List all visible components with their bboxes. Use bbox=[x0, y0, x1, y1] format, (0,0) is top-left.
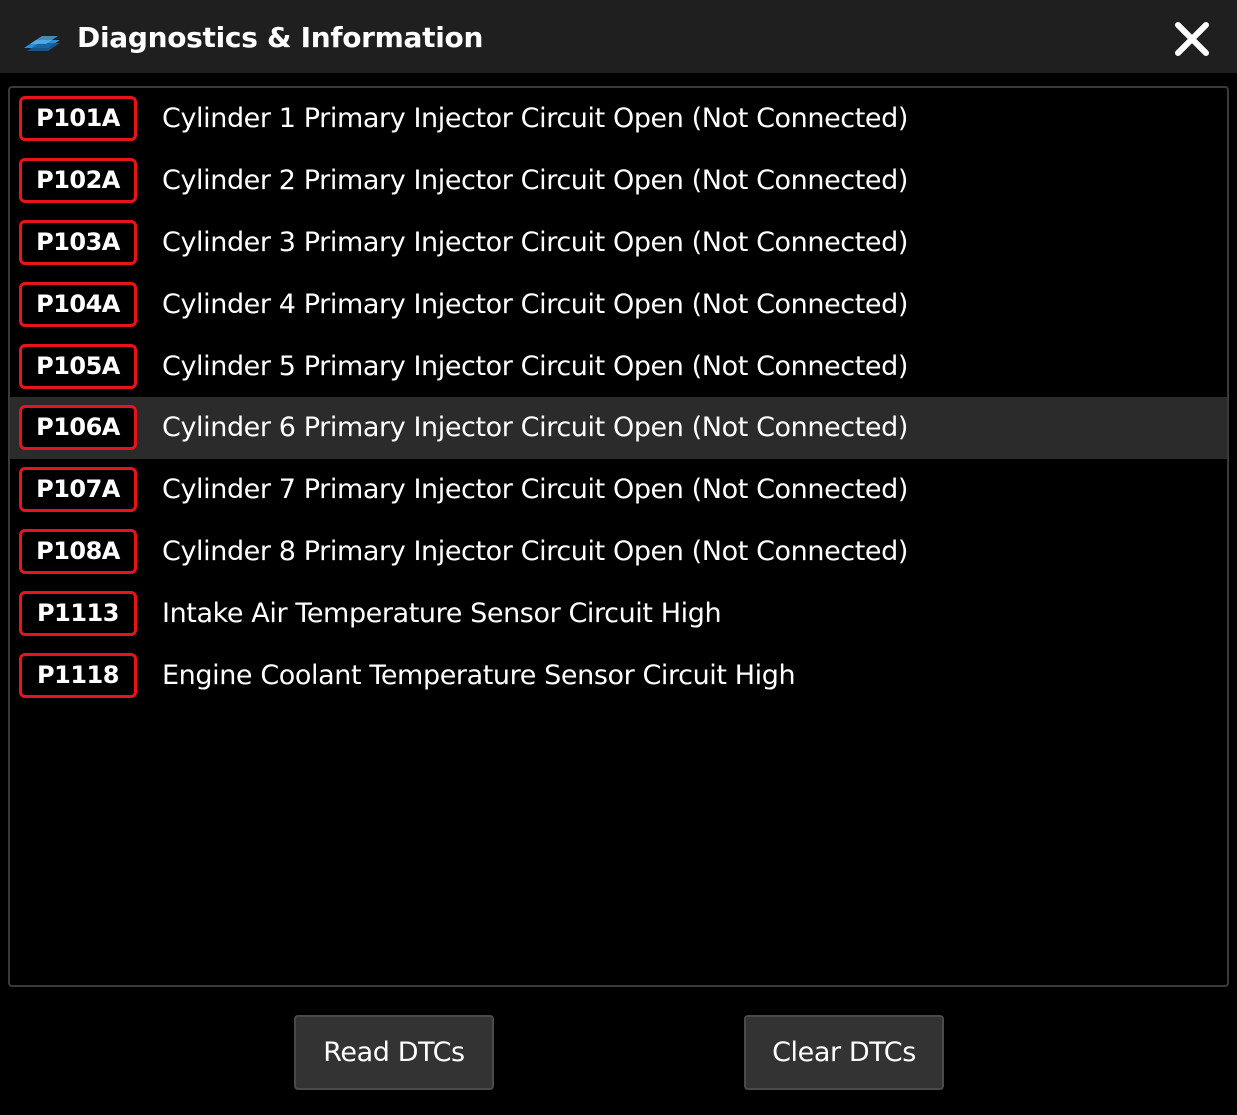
dtc-description: Intake Air Temperature Sensor Circuit Hi… bbox=[162, 598, 722, 630]
dtc-code-badge: P1113 bbox=[19, 591, 137, 637]
dtc-description: Cylinder 4 Primary Injector Circuit Open… bbox=[162, 288, 909, 320]
dtc-list: P101A Cylinder 1 Primary Injector Circuit… bbox=[10, 88, 1227, 707]
dtc-code-badge: P105A bbox=[19, 343, 137, 389]
dtc-code-badge: P106A bbox=[19, 405, 137, 451]
app-logo-icon bbox=[24, 36, 60, 51]
dtc-code-badge: P1118 bbox=[19, 653, 137, 699]
dtc-row[interactable]: P104A Cylinder 4 Primary Injector Circuit… bbox=[10, 274, 1227, 336]
close-icon[interactable] bbox=[1170, 17, 1214, 61]
dtc-description: Cylinder 5 Primary Injector Circuit Open… bbox=[162, 350, 909, 382]
dtc-code-badge: P108A bbox=[19, 529, 137, 575]
read-dtcs-button[interactable]: Read DTCs bbox=[294, 1015, 494, 1090]
dtc-row[interactable]: P102A Cylinder 2 Primary Injector Circuit… bbox=[10, 150, 1227, 212]
dtc-code-badge: P103A bbox=[19, 219, 137, 265]
dtc-description: Engine Coolant Temperature Sensor Circui… bbox=[162, 660, 796, 692]
dtc-code-badge: P102A bbox=[19, 157, 137, 203]
dtc-row[interactable]: P101A Cylinder 1 Primary Injector Circuit… bbox=[10, 88, 1227, 150]
dtc-code-badge: P107A bbox=[19, 467, 137, 513]
clear-dtcs-button[interactable]: Clear DTCs bbox=[744, 1015, 944, 1090]
dtc-row[interactable]: P105A Cylinder 5 Primary Injector Circuit… bbox=[10, 336, 1227, 398]
dtc-code-badge: P104A bbox=[19, 281, 137, 327]
dtc-code-badge: P101A bbox=[19, 96, 137, 141]
dtc-row[interactable]: P1113 Intake Air Temperature Sensor Circu… bbox=[10, 583, 1227, 645]
dtc-description: Cylinder 6 Primary Injector Circuit Open… bbox=[162, 412, 909, 444]
dtc-list-panel[interactable]: P101A Cylinder 1 Primary Injector Circuit… bbox=[8, 86, 1229, 987]
title-bar: Diagnostics & Information bbox=[0, 0, 1237, 73]
dtc-description: Cylinder 8 Primary Injector Circuit Open… bbox=[162, 536, 909, 568]
dtc-description: Cylinder 2 Primary Injector Circuit Open… bbox=[162, 164, 909, 196]
dtc-description: Cylinder 1 Primary Injector Circuit Open… bbox=[162, 103, 909, 134]
dtc-description: Cylinder 7 Primary Injector Circuit Open… bbox=[162, 474, 909, 506]
dtc-row[interactable]: P1118 Engine Coolant Temperature Sensor C… bbox=[10, 645, 1227, 707]
dtc-row[interactable]: P107A Cylinder 7 Primary Injector Circuit… bbox=[10, 459, 1227, 521]
dtc-row[interactable]: P106A Cylinder 6 Primary Injector Circuit… bbox=[10, 397, 1227, 460]
dtc-row[interactable]: P103A Cylinder 3 Primary Injector Circuit… bbox=[10, 212, 1227, 274]
window-title: Diagnostics & Information bbox=[77, 21, 484, 54]
dtc-row[interactable]: P108A Cylinder 8 Primary Injector Circuit… bbox=[10, 521, 1227, 583]
dtc-description: Cylinder 3 Primary Injector Circuit Open… bbox=[162, 226, 909, 258]
